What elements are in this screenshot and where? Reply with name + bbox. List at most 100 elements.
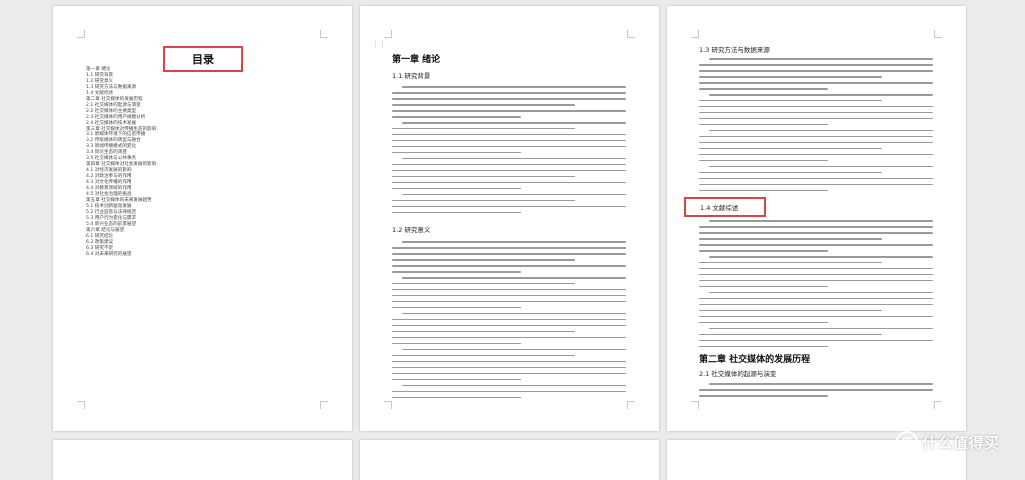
text-line	[699, 225, 933, 228]
text-line	[392, 199, 575, 202]
text-line	[392, 354, 575, 357]
text-line	[392, 97, 626, 100]
text-line	[699, 333, 882, 336]
text-line	[402, 276, 626, 279]
toc-item[interactable]: 6.4 对未来研究的展望	[86, 252, 156, 258]
text-line	[392, 252, 626, 255]
text-line	[709, 58, 933, 60]
text-line	[699, 303, 933, 306]
text-line	[392, 115, 521, 118]
text-line	[709, 291, 933, 294]
document-page-toc[interactable]: 目录 第一章 绪论 1.1 研究背景 1.2 研究意义 1.3 研究方法与数据来源 1.…	[53, 6, 352, 431]
text-line	[392, 205, 626, 208]
text-line	[392, 187, 521, 190]
text-line	[402, 193, 626, 196]
text-line	[699, 285, 828, 288]
text-line	[699, 63, 933, 66]
section-title: 1.3 研究方法与数据来源	[699, 46, 770, 54]
section-title: 1.1 研究背景	[392, 72, 431, 80]
text-line	[699, 243, 933, 246]
section-title: 2.1 社交媒体的起源与演变	[699, 370, 777, 378]
document-page-chapter-1[interactable]: ⋮⋮ 第一章 绪论 1.1 研究背景 1.2 研究意义	[360, 6, 659, 431]
text-line	[392, 324, 626, 327]
text-line	[392, 396, 521, 399]
text-line	[392, 91, 626, 94]
text-line	[699, 315, 933, 318]
text-line	[392, 264, 626, 267]
chapter-title: 第一章 绪论	[392, 55, 441, 65]
page-corner-mark	[627, 30, 635, 38]
paragraph-handle-icon[interactable]: ⋮⋮	[372, 40, 386, 48]
page-corner-mark	[934, 30, 942, 38]
text-line	[699, 183, 933, 186]
text-line	[392, 145, 626, 148]
text-line	[699, 388, 933, 391]
text-line	[699, 237, 882, 240]
text-line	[402, 312, 626, 315]
body-text-block	[392, 241, 626, 403]
text-line	[699, 321, 828, 324]
toc-list: 第一章 绪论 1.1 研究背景 1.2 研究意义 1.3 研究方法与数据来源 1.4 文…	[86, 67, 156, 258]
page-corner-mark	[77, 401, 85, 409]
watermark-text: 什么值得买	[922, 433, 1000, 452]
section-title: 1.2 研究意义	[392, 226, 431, 234]
text-line	[699, 171, 882, 174]
text-line	[699, 123, 828, 126]
text-line	[392, 151, 521, 154]
text-line	[392, 390, 626, 393]
text-line	[392, 181, 626, 184]
document-page[interactable]	[360, 440, 659, 480]
text-line	[392, 294, 626, 297]
text-line	[699, 231, 933, 234]
text-line	[402, 241, 626, 243]
text-line	[699, 273, 933, 276]
text-line	[699, 141, 933, 144]
text-line	[392, 342, 521, 345]
text-line	[392, 360, 626, 363]
text-line	[699, 309, 882, 312]
text-line	[699, 87, 828, 90]
text-line	[402, 157, 626, 160]
text-line	[709, 165, 933, 168]
text-line	[392, 109, 626, 112]
text-line	[699, 279, 933, 282]
body-text-block	[392, 86, 626, 218]
text-line	[699, 81, 933, 84]
text-line	[699, 99, 882, 102]
text-line	[392, 378, 521, 381]
text-line	[392, 246, 626, 249]
toc-title-highlighted: 目录	[163, 46, 243, 72]
text-line	[699, 135, 933, 138]
text-line	[699, 147, 882, 150]
text-line	[392, 270, 521, 273]
text-line	[699, 177, 933, 180]
page-corner-mark	[691, 401, 699, 409]
text-line	[699, 267, 933, 270]
text-line	[709, 129, 933, 132]
body-text-block	[699, 58, 933, 196]
text-line	[699, 159, 828, 162]
text-line	[392, 330, 575, 333]
text-line	[392, 300, 626, 303]
document-page-literature-review[interactable]: 1.3 研究方法与数据来源 1.4 文献综述 第二章 社交媒体的发展历程 2.1…	[667, 6, 966, 431]
text-line	[392, 258, 575, 261]
text-line	[699, 75, 882, 78]
text-line	[402, 121, 626, 124]
text-line	[709, 220, 933, 222]
text-line	[699, 189, 828, 192]
document-page[interactable]	[53, 440, 352, 480]
text-line	[392, 211, 521, 214]
text-line	[392, 169, 626, 172]
text-line	[699, 339, 933, 342]
text-line	[709, 255, 933, 258]
page-corner-mark	[691, 30, 699, 38]
text-line	[699, 249, 828, 252]
text-line	[392, 336, 626, 339]
page-corner-mark	[627, 401, 635, 409]
text-line	[392, 163, 626, 166]
text-line	[392, 288, 626, 291]
text-line	[392, 318, 626, 321]
page-corner-mark	[320, 401, 328, 409]
text-line	[699, 394, 828, 397]
page-corner-mark	[384, 401, 392, 409]
